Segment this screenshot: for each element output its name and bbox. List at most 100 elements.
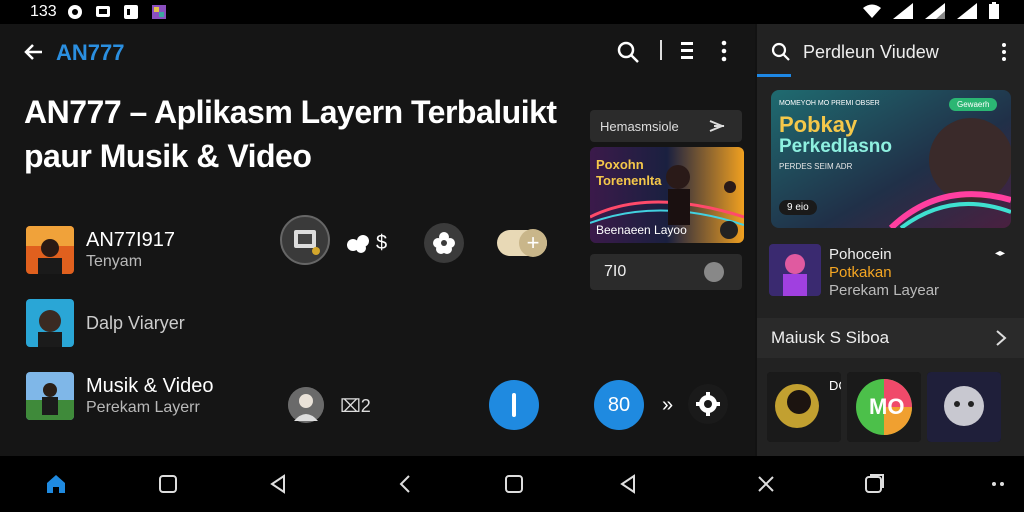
toggle-switch[interactable]: + (497, 229, 547, 257)
score-card[interactable]: 7I0 (590, 254, 742, 290)
item-line-1: Pohocein (829, 246, 892, 263)
video-title-1: Poxohn (596, 157, 644, 172)
side-search-bar[interactable]: Perdleun Viudew (757, 24, 1024, 80)
square-icon[interactable] (156, 472, 180, 496)
home-icon[interactable] (44, 472, 68, 496)
app-title: AN777 (56, 40, 125, 65)
pause-bar-icon (512, 393, 516, 417)
hero-duration: 9 eio (779, 200, 817, 215)
arrow-right-icon (709, 120, 725, 132)
list-item[interactable]: Dalp Viaryer (26, 299, 185, 347)
pill-label: Hemasmsiole (600, 118, 679, 134)
calendar-icon (123, 5, 138, 19)
forward-label[interactable]: » (662, 394, 673, 417)
hero-subtitle: PERDES SEIM ADR (779, 162, 853, 171)
status-bar: 133 (0, 0, 1024, 24)
more-vert-icon[interactable] (1001, 42, 1007, 62)
wifi-icon (863, 4, 881, 18)
page-title: AN777 – Aplikasm Layern Terbaluikt paur … (24, 94, 557, 174)
search-icon[interactable] (771, 42, 791, 62)
zoom-icon[interactable] (720, 221, 738, 239)
more-vert-icon[interactable] (714, 40, 734, 62)
plus-icon: + (519, 229, 547, 257)
back-arrow-icon[interactable] (22, 40, 46, 64)
avatar (26, 372, 74, 420)
gear-icon (696, 392, 720, 416)
section-title: Maiusk S Siboa (771, 328, 890, 347)
item-line-2: Potkakan (829, 264, 892, 281)
badge-label: 80 (607, 393, 631, 416)
app-bar: AN777 (0, 24, 755, 80)
list-icon[interactable] (678, 40, 696, 62)
thumbnail[interactable]: MO (847, 372, 921, 442)
flower-icon (433, 232, 455, 254)
battery-icon (989, 2, 999, 19)
square-icon[interactable] (502, 472, 526, 496)
video-card[interactable]: Poxohn Torenenlta Beenaeen Layoo (590, 147, 744, 243)
cast-icon[interactable]: ◂▸ (995, 248, 1005, 259)
main-panel: AN777 AN777 – Aplikasm Layern Terbaluikt… (0, 24, 755, 456)
thumbnail-strip: DC MO (767, 372, 1024, 442)
tab-indicator (757, 74, 791, 77)
avatar (26, 299, 74, 347)
settings-button[interactable] (688, 384, 728, 424)
flower-button[interactable] (424, 223, 464, 263)
score-label: 7I0 (604, 263, 627, 280)
media-thumb-button[interactable] (280, 215, 330, 265)
avatar (26, 226, 74, 274)
hero-card[interactable]: MOMEYOH MO PREMI OBSER Gewaerh Pobkay Pe… (771, 90, 1011, 228)
triangle-back-icon[interactable] (616, 472, 640, 496)
thumbnail[interactable]: DC (767, 372, 841, 442)
side-panel: Perdleun Viudew MOMEYOH MO PREMI OBSER G… (757, 24, 1024, 456)
signal-icon-2 (925, 3, 945, 19)
row-subtitle: Perekam Layerr (86, 399, 200, 416)
play-button[interactable] (489, 380, 539, 430)
hero-title-2: Perkedlasno (779, 136, 892, 157)
pip-label: ⌧2 (340, 396, 371, 416)
message-icon (95, 6, 110, 17)
row-title: Dalp Viaryer (86, 313, 185, 333)
thumb-badge: MO (869, 394, 905, 419)
list-item[interactable]: Musik & Video Perekam Layerr (26, 372, 213, 420)
chevron-left-icon[interactable] (394, 472, 418, 496)
chevron-right-icon (996, 330, 1007, 346)
hero-top-text: MOMEYOH MO PREMI OBSER (779, 100, 880, 107)
status-right (862, 2, 1000, 20)
blob-icon (704, 262, 724, 282)
side-list-item[interactable]: Pohocein Potkakan Perekam Layear ◂▸ (769, 244, 1019, 300)
thumbnail[interactable] (927, 372, 1001, 442)
media-icon (294, 230, 320, 255)
status-time: 133 (30, 3, 57, 20)
hero-title-1: Pobkay (779, 112, 858, 137)
row-subtitle: Tenyam (86, 253, 143, 270)
search-icon[interactable] (616, 40, 640, 64)
users-control[interactable]: $ (346, 232, 387, 255)
notification-icon (67, 5, 82, 19)
badge-button[interactable]: 80 (594, 380, 644, 430)
signal-icon (893, 3, 913, 19)
recents-icon[interactable] (862, 472, 886, 496)
users-icon (347, 234, 369, 253)
item-line-3: Perekam Layear (829, 282, 940, 299)
person-icon (288, 387, 324, 423)
user-avatar-small[interactable] (288, 387, 324, 423)
row-title: AN77I917 (86, 229, 175, 251)
navigation-bar (0, 456, 1024, 512)
hero-tag: Gewaerh (949, 98, 998, 111)
filter-pill[interactable]: Hemasmsiole (590, 110, 742, 142)
row-title: Musik & Video (86, 375, 214, 397)
section-header[interactable]: Maiusk S Siboa (757, 318, 1024, 358)
close-icon[interactable] (754, 472, 778, 496)
side-search-title: Perdleun Viudew (803, 42, 939, 62)
list-item[interactable]: AN77I917 Tenyam (26, 226, 175, 274)
video-caption: Beenaeen Layoo (596, 223, 687, 237)
pip-control[interactable]: ⌧2 (340, 396, 371, 417)
toolbar-divider (660, 40, 662, 60)
item-thumbnail (769, 244, 821, 296)
dollar-label: $ (376, 232, 388, 254)
more-dots-icon[interactable] (986, 472, 1010, 496)
gallery-icon (151, 5, 166, 19)
triangle-back-icon[interactable] (266, 472, 290, 496)
signal-icon-3 (957, 3, 977, 19)
video-title-2: Torenenlta (596, 173, 662, 188)
